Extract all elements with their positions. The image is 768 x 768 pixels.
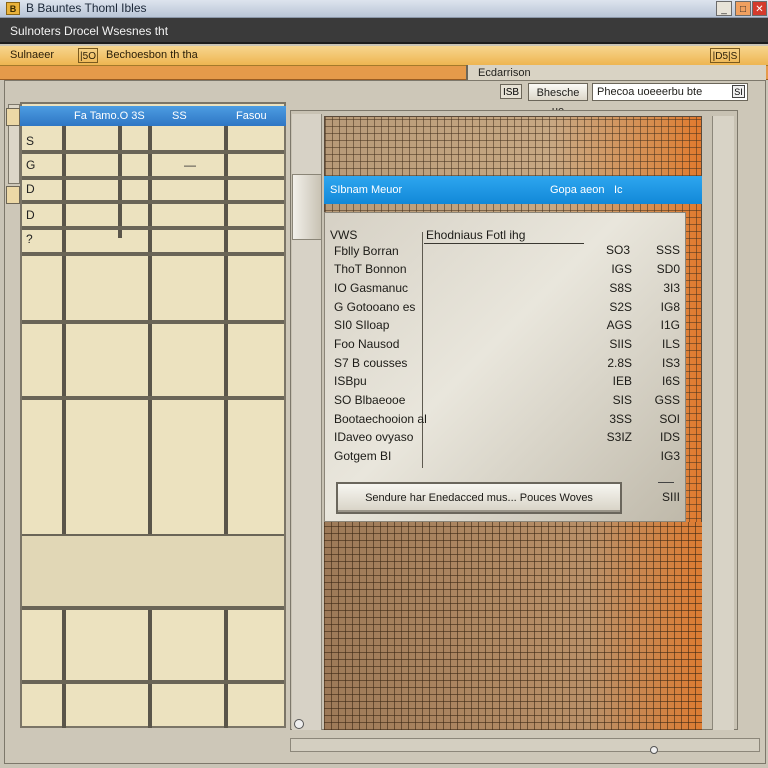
dialog-row-value: IDS xyxy=(659,430,680,444)
toolbar-path[interactable]: Bechoesbon th tha xyxy=(106,49,198,61)
grid-line xyxy=(22,606,284,610)
dialog-row-value: SOI xyxy=(659,412,680,426)
grid-line xyxy=(22,200,284,204)
table-row[interactable] xyxy=(22,536,284,606)
minimize-button[interactable]: _ xyxy=(716,1,732,16)
search-icon[interactable]: SI xyxy=(732,85,745,98)
column-header[interactable]: Fa Tamo.O 3S xyxy=(74,106,145,126)
grid-line xyxy=(224,126,228,728)
status-bar xyxy=(290,738,760,752)
dialog-row-label: SI0 SIloap xyxy=(334,318,390,332)
dialog-row-value: IEB xyxy=(612,374,632,388)
right-scrollbar[interactable] xyxy=(712,116,734,730)
dialog-row-value: ILS xyxy=(661,337,680,351)
divider xyxy=(658,482,674,483)
row-label: ? xyxy=(26,232,33,246)
cell-dash: — xyxy=(184,158,196,172)
dialog-row-value: AGS xyxy=(606,318,632,332)
browse-button[interactable]: Bhesche ue xyxy=(528,83,588,117)
dialog-row-label: G Gotooano es xyxy=(334,300,416,314)
dialog-row-label: Foo Nausod xyxy=(334,337,400,351)
left-table-header: Fa Tamo.O 3S SS Fasou xyxy=(20,106,286,126)
dialog-title-icon[interactable]: Ic xyxy=(614,176,623,204)
grid-line xyxy=(22,252,284,256)
status-indicator-icon xyxy=(294,719,304,729)
dialog-row-label: ISBpu xyxy=(334,374,367,388)
dialog-row-label: S7 B cousses xyxy=(334,356,408,370)
dialog-row-label: SO Blbaeooe xyxy=(334,393,406,407)
dialog-row-label: IDaveo ovyaso xyxy=(334,430,414,444)
dialog-row-value: SIIS xyxy=(609,337,632,351)
toolbar-button[interactable]: |5O xyxy=(78,48,98,63)
dialog-title: SIbnam Meuor xyxy=(330,184,403,196)
dialog-row-value: SD0 xyxy=(656,262,680,276)
view-toggle-button[interactable]: ISB xyxy=(500,84,522,99)
section-tab[interactable]: Ecdarrison xyxy=(466,65,766,81)
dialog-row-label: Gotgem BI xyxy=(334,449,392,463)
close-button[interactable]: ✕ xyxy=(752,1,767,16)
dialog-row-value: 2.8S xyxy=(607,356,632,370)
dialog-row-value: S2S xyxy=(609,300,632,314)
row-label: G xyxy=(26,158,36,172)
column-header[interactable]: SS xyxy=(172,106,187,126)
grid-line xyxy=(22,226,284,230)
dialog-row-value: IGS xyxy=(611,262,632,276)
row-label: D xyxy=(26,208,35,222)
grid-canvas-lower[interactable] xyxy=(324,522,702,730)
dialog-footer-value: SIII xyxy=(661,490,680,504)
dialog-title-bar: SIbnam Meuor Gopa aeon Ic xyxy=(324,176,702,204)
grid-line xyxy=(22,320,284,324)
dialog-header-col: SSS xyxy=(655,243,680,257)
dialog-row-label: Bootaechooion al xyxy=(334,412,427,426)
window-title: B Bauntes Thoml Ibles xyxy=(26,1,147,15)
menu-title[interactable]: Sulnoters Drocel Wsesnes tht xyxy=(10,24,168,38)
dialog-title-action[interactable]: Gopa aeon xyxy=(550,176,604,204)
toolbar-right-button[interactable]: |D5|S xyxy=(710,48,740,63)
toolbar: Sulnaeer |5O Bechoesbon th tha |D5|S xyxy=(0,46,768,66)
dialog-row-value: IS3 xyxy=(661,356,680,370)
title-bar: B B Bauntes Thoml Ibles _ □ ✕ xyxy=(0,0,768,18)
column-header[interactable]: Fasou xyxy=(236,106,267,126)
dialog-row-label: Fblly Borran xyxy=(334,244,399,258)
status-indicator-icon xyxy=(650,746,658,754)
section-strip: Ecdarrison xyxy=(0,65,768,81)
scroll-down-button[interactable] xyxy=(6,186,20,204)
search-input[interactable]: Phecoa uoeeerbu bte xyxy=(592,83,748,101)
dialog-row-value: S8S xyxy=(609,281,632,295)
dialog-row-value: 3I3 xyxy=(663,281,680,295)
dialog-row-label: ThoT Bonnon xyxy=(334,262,407,276)
grid-line xyxy=(62,126,66,728)
grid-line xyxy=(22,150,284,154)
grid-line xyxy=(22,176,284,180)
dialog-row-value: I6S xyxy=(661,374,680,388)
scroll-up-button[interactable] xyxy=(6,108,20,126)
dialog-header-col: SO3 xyxy=(605,243,630,257)
dialog-row-value: SIS xyxy=(612,393,632,407)
dialog-footer-button[interactable]: Sendure har Enedacced mus... Pouces Wove… xyxy=(336,482,622,514)
grid-line xyxy=(148,126,152,728)
dialog-row-value: I1G xyxy=(660,318,680,332)
dialog-row-value: IG3 xyxy=(660,449,680,463)
dialog-row-label: IO Gasmanuc xyxy=(334,281,409,295)
header-underline xyxy=(424,243,584,244)
dialog-row-value: 3SS xyxy=(609,412,632,426)
row-label: S xyxy=(26,134,35,148)
left-table-panel xyxy=(20,102,286,728)
grid-line xyxy=(22,396,284,400)
app-icon: B xyxy=(6,2,20,15)
dialog-header-label: VWS xyxy=(330,228,358,242)
grid-line xyxy=(118,126,122,238)
scroll-thumb[interactable] xyxy=(292,174,322,240)
dialog-header-col: Ehodniaus Fotl ihg xyxy=(426,228,526,242)
row-label: D xyxy=(26,182,35,196)
maximize-button[interactable]: □ xyxy=(735,1,751,16)
column-divider xyxy=(422,232,423,468)
dialog-row-value: IG8 xyxy=(660,300,680,314)
dialog-row-value: GSS xyxy=(654,393,680,407)
grid-line xyxy=(22,680,284,684)
menu-bar: Sulnoters Drocel Wsesnes tht xyxy=(0,18,768,44)
dialog-row-value: S3IZ xyxy=(606,430,632,444)
toolbar-label[interactable]: Sulnaeer xyxy=(10,49,54,61)
